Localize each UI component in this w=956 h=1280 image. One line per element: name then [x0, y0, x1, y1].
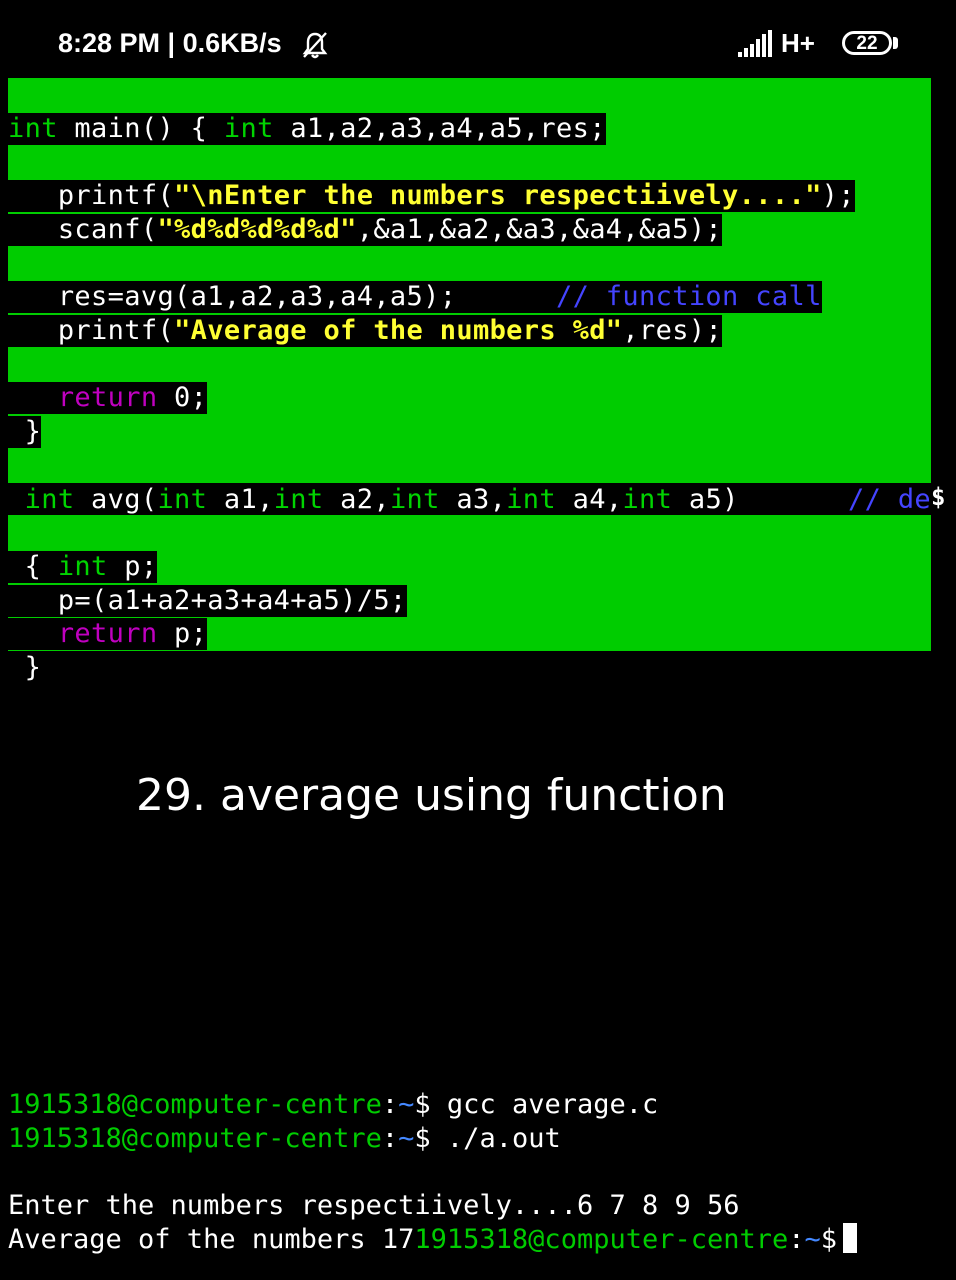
code-line-11: return p; [8, 618, 208, 650]
eol-marker: $ [931, 248, 946, 276]
code-line-6: return 0; [8, 382, 208, 414]
status-bar: 8:28 PM | 0.6KB/s H+ 22 [0, 0, 956, 80]
eol-marker: $ [931, 80, 946, 108]
battery-icon: 22 [842, 31, 892, 55]
eol-marker: $ [931, 180, 946, 209]
code-line-5: printf("Average of the numbers %d",res); [8, 315, 723, 347]
eol-marker: $ [931, 382, 946, 411]
eol-marker: $ [931, 348, 946, 377]
eol-marker: $ [931, 416, 946, 444]
network-type: H+ [781, 28, 815, 58]
eol-marker: $ [931, 281, 946, 310]
eol-marker: $ [931, 516, 946, 545]
muted-bell-icon [302, 32, 328, 59]
eol-marker: $ [931, 617, 946, 646]
terminal-cursor [843, 1223, 858, 1253]
terminal-output-1: Enter the numbers respectiively....6 7 8… [8, 1190, 740, 1221]
code-line-3: scanf("%d%d%d%d%d",&a1,&a2,&a3,&a4,&a5); [8, 214, 723, 246]
code-line-8: int avg(int a1,int a2,int a3,int a4,int … [8, 484, 739, 515]
eol-marker: $ [931, 113, 946, 142]
eol-marker: $ [931, 147, 946, 176]
terminal-output-2[interactable]: Average of the numbers 171915318@compute… [8, 1223, 858, 1257]
terminal-line-2: 1915318@computer-centre:~$ ./a.out [8, 1123, 561, 1154]
eol-marker: $ [931, 550, 946, 579]
signal-strength-icon [738, 30, 772, 57]
code-line-9: { int p; [8, 551, 158, 583]
code-line-1: int main() { int a1,a2,a3,a4,a5,res; [8, 113, 606, 145]
code-line-4: res=avg(a1,a2,a3,a4,a5); // function cal… [8, 281, 822, 313]
status-time-speed: 8:28 PM | 0.6KB/s [58, 28, 282, 58]
code-line-10: p=(a1+a2+a3+a4+a5)/5; [8, 585, 407, 617]
eol-marker: $ [931, 214, 946, 243]
code-line-8-comment: // de [848, 484, 932, 515]
eol-marker: $ [931, 483, 946, 512]
terminal-line-1: 1915318@computer-centre:~$ gcc average.c [8, 1089, 659, 1120]
battery-level: 22 [856, 33, 878, 54]
eol-marker: $ [931, 449, 946, 478]
battery-tip [893, 37, 898, 49]
code-line-7: } [8, 416, 42, 448]
eol-marker: $ [931, 584, 946, 612]
caption-title: 29. average using function [136, 770, 727, 821]
code-line-2: printf("\nEnter the numbers respectiivel… [8, 180, 855, 212]
code-line-12: } [8, 652, 42, 683]
eol-marker: $ [931, 315, 946, 344]
